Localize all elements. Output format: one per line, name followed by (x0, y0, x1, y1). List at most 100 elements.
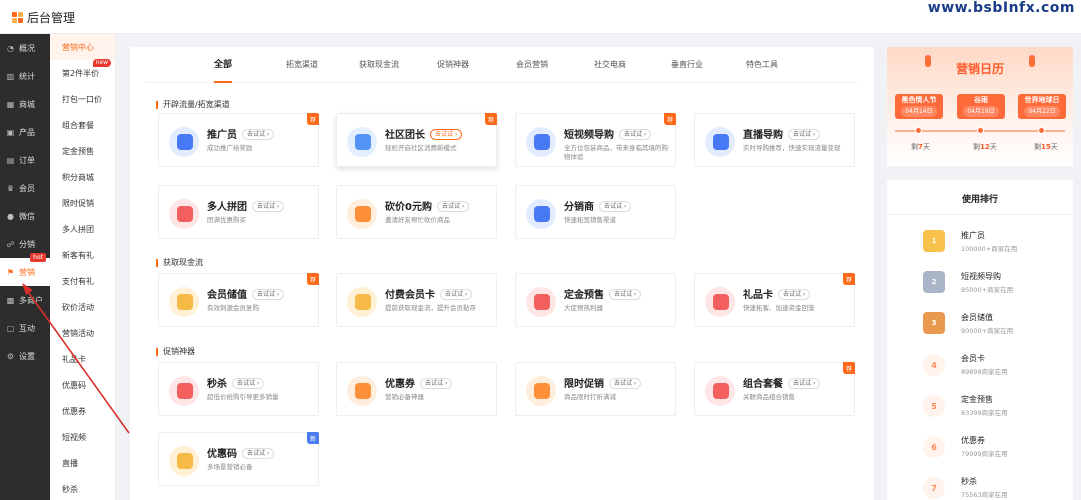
tab-4[interactable]: 会员营销 (500, 57, 564, 73)
try-button[interactable]: 去试试 › (609, 378, 642, 389)
tool-card[interactable]: 砍价0元购 去试试 › 邀请好友帮忙砍价商品 (336, 185, 497, 239)
ranking-item[interactable]: 3 会员储值 90000+商家在用 (923, 306, 1063, 342)
app-logo[interactable]: 后台管理 (12, 9, 75, 26)
try-button[interactable]: 去试试 › (609, 289, 642, 300)
nav-item-4[interactable]: ▤ 订单 (0, 146, 50, 174)
nav-item-5[interactable]: ♛ 会员 (0, 174, 50, 202)
subnav-item-1[interactable]: 第2件半价 new (50, 59, 115, 86)
subnav-item-5[interactable]: 积分商城 (50, 164, 115, 190)
nav-item-10[interactable]: ▢ 互动 (0, 314, 50, 342)
flash-icon (169, 376, 199, 406)
tool-card[interactable]: 直播导购 去试试 › 实时导购推荐，快速实现流量变现 (694, 113, 855, 167)
calendar-event[interactable]: 黑色情人节 04月14日 (895, 94, 943, 119)
nav-item-1[interactable]: ▥ 统计 (0, 62, 50, 90)
card-description: 营销必备神器 (385, 393, 424, 401)
marketing-center-panel: 全部 拓宽渠道 获取现金流 促销神器 会员营销 社交电商 垂直行业 特色工具 开辟流量/拓宽渠… (130, 47, 874, 500)
try-button[interactable]: 去试试 › (436, 201, 470, 212)
tag-icon (347, 199, 377, 229)
tab-7[interactable]: 特色工具 (730, 57, 794, 73)
medal-icon: 2 (923, 271, 945, 293)
tool-card[interactable]: 优惠券 去试试 › 营销必备神器 (336, 362, 497, 416)
tool-card[interactable]: 短视频导购 去试试 › 全方位包装商品，带来身临其境的购物体验 荐 (515, 113, 676, 167)
try-button[interactable]: 去试试 › (242, 129, 275, 140)
ranking-item[interactable]: 5 定金预售 83399商家在用 (923, 388, 1063, 424)
ranking-item[interactable]: 1 推广员 100000+商家在用 (923, 224, 1063, 260)
tab-6[interactable]: 垂直行业 (655, 57, 719, 73)
tool-card[interactable]: 礼品卡 去试试 › 快速拓客、加速资金回笼 荐 (694, 273, 855, 327)
ranking-item[interactable]: 2 短视频导购 95000+商家在用 (923, 265, 1063, 301)
tool-card[interactable]: 秒杀 去试试 › 超低价抢购引导更多销量 (158, 362, 319, 416)
nav-item-2[interactable]: ▦ 商城 (0, 90, 50, 118)
deposit-icon (526, 287, 556, 317)
try-button[interactable]: 去试试 › (440, 289, 473, 300)
calendar-event[interactable]: 谷雨 04月19日 (957, 94, 1005, 119)
subnav-item-3[interactable]: 组合套餐 (50, 112, 115, 138)
event-date: 04月22日 (1024, 106, 1060, 117)
subnav-item-9[interactable]: 支付有礼 (50, 268, 115, 294)
nav-item-8[interactable]: ⚑ 营销 hot (0, 253, 50, 286)
subnav-item-0[interactable]: 营销中心 (50, 34, 115, 60)
event-name: 黑色情人节 (901, 96, 937, 104)
ranking-item[interactable]: 4 会员卡 89898商家在用 (923, 347, 1063, 383)
nav-item-9[interactable]: ▩ 多商户 (0, 286, 50, 314)
ranking-count: 90000+商家在用 (961, 327, 1014, 335)
ranking-item[interactable]: 6 优惠券 79999商家在用 (923, 429, 1063, 465)
subnav-item-16[interactable]: 直播 (50, 450, 115, 476)
subnav-item-8[interactable]: 新客有礼 (50, 242, 115, 268)
nav-item-6[interactable]: ● 微信 (0, 202, 50, 230)
tool-card[interactable]: 优惠码 去试试 › 多场景营销必备 新 (158, 432, 319, 486)
tab-3[interactable]: 促销神器 (421, 57, 485, 73)
card-title-text: 直播导购 (743, 130, 783, 141)
try-button[interactable]: 去试试 › (252, 201, 285, 212)
subnav-item-label: 营销活动 (62, 328, 94, 338)
tab-1[interactable]: 拓宽渠道 (270, 57, 334, 73)
days-remaining: 剩15天 (1034, 142, 1058, 152)
subnav-item-17[interactable]: 秒杀 (50, 476, 115, 500)
try-label: 去试试 (425, 380, 444, 387)
nav-item-0[interactable]: ◔ 概况 (0, 34, 50, 62)
try-button[interactable]: 去试试 › (252, 289, 285, 300)
try-button[interactable]: 去试试 › (619, 129, 652, 140)
video-icon (526, 127, 556, 157)
tool-card[interactable]: 分销商 去试试 › 快速拓宽销售渠道 (515, 185, 676, 239)
tab-5[interactable]: 社交电商 (578, 57, 642, 73)
subnav-item-2[interactable]: 打包一口价 (50, 86, 115, 112)
tool-card[interactable]: 社区团长 去试试 › 轻松开启社区消费新模式 荐 (336, 113, 497, 167)
live-icon (705, 127, 735, 157)
try-button[interactable]: 去试试 › (232, 378, 265, 389)
subnav-item-6[interactable]: 限时促销 (50, 190, 115, 216)
tool-card[interactable]: 付费会员卡 去试试 › 提前获取现金流，提升会员黏存 (336, 273, 497, 327)
subnav-item-10[interactable]: 砍价活动 (50, 294, 115, 320)
tool-card[interactable]: 组合套餐 去试试 › 关联商品组合销售 荐 (694, 362, 855, 416)
try-button[interactable]: 去试试 › (599, 201, 632, 212)
timeline-dot (1038, 127, 1045, 134)
tool-card[interactable]: 推广员 去试试 › 成功推广给奖励 荐 (158, 113, 319, 167)
tool-card[interactable]: 限时促销 去试试 › 商品限时打折满减 (515, 362, 676, 416)
subnav-item-4[interactable]: 定金预售 (50, 138, 115, 164)
flag-icon: ⚑ (6, 267, 15, 277)
subnav-item-11[interactable]: 营销活动 (50, 320, 115, 346)
nav-item-3[interactable]: ▣ 产品 (0, 118, 50, 146)
subnav-item-7[interactable]: 多人拼团 (50, 216, 115, 242)
try-button[interactable]: 去试试 › (242, 448, 275, 459)
try-button[interactable]: 去试试 › (788, 378, 821, 389)
try-label: 去试试 (441, 203, 460, 210)
calendar-event[interactable]: 世界地球日 04月22日 (1018, 94, 1066, 119)
nav-item-11[interactable]: ⚙ 设置 (0, 342, 50, 370)
ranking-item[interactable]: 7 秒杀 75563商家在用 (923, 470, 1063, 500)
try-label: 去试试 (793, 131, 812, 138)
try-button[interactable]: 去试试 › (420, 378, 453, 389)
subnav-item-13[interactable]: 优惠码 (50, 372, 115, 398)
try-button[interactable]: 去试试 › (778, 289, 811, 300)
tab-2[interactable]: 获取现金流 (343, 57, 415, 73)
tool-card[interactable]: 多人拼团 去试试 › 团满优惠购买 (158, 185, 319, 239)
ranking-name: 推广员 (961, 231, 985, 240)
subnav-item-14[interactable]: 优惠券 (50, 398, 115, 424)
tab-0[interactable]: 全部 (198, 57, 248, 83)
tool-card[interactable]: 定金预售 去试试 › 大促预热利器 (515, 273, 676, 327)
subnav-item-12[interactable]: 礼品卡 (50, 346, 115, 372)
try-button[interactable]: 去试试 › (788, 129, 821, 140)
tool-card[interactable]: 会员储值 去试试 › 有效刺激会员复购 荐 (158, 273, 319, 327)
try-button[interactable]: 去试试 › (430, 129, 463, 140)
subnav-item-15[interactable]: 短视频 (50, 424, 115, 450)
